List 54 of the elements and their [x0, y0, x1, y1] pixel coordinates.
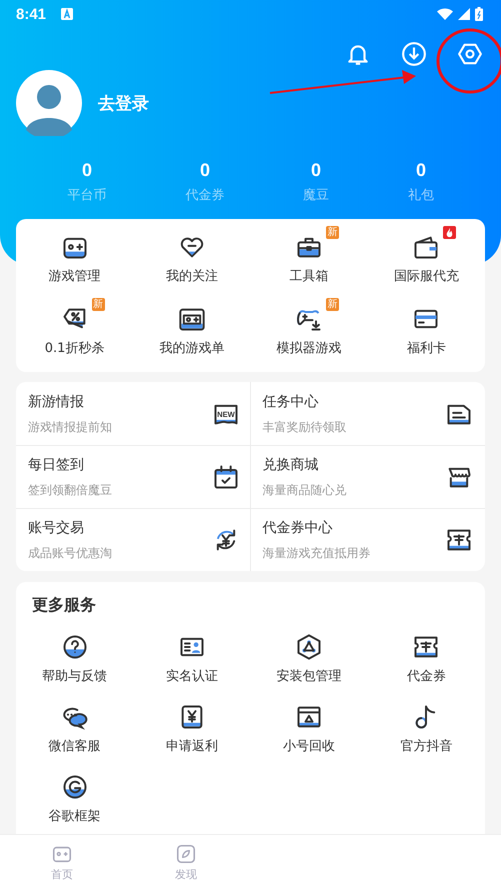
tool-label[interactable]: 我的关注	[166, 267, 218, 287]
settings-icon[interactable]	[457, 41, 483, 67]
feature-title[interactable]: 代金券中心	[262, 518, 370, 538]
service-label[interactable]: 官方抖音	[400, 737, 452, 757]
feature-title[interactable]: 兑换商城	[262, 455, 346, 475]
signal-icon	[458, 8, 470, 20]
download-icon[interactable]	[401, 41, 427, 67]
service-label[interactable]: 安装包管理	[276, 667, 342, 687]
service-label[interactable]: 帮助与反馈	[42, 667, 108, 687]
section-title: 更多服务	[31, 594, 96, 616]
service-label[interactable]: 申请返利	[166, 737, 218, 757]
wifi-icon	[437, 8, 453, 20]
feature-title[interactable]: 任务中心	[262, 392, 346, 412]
stat-value: 0	[310, 160, 321, 180]
status-time: 8:41	[16, 6, 46, 22]
new-badge: 新	[326, 226, 340, 239]
service-label[interactable]: 微信客服	[48, 737, 101, 757]
stat-label: 平台币	[68, 187, 106, 205]
calendar-icon[interactable]	[212, 463, 240, 491]
help-icon[interactable]	[60, 633, 89, 661]
tool-label[interactable]: 工具箱	[290, 267, 329, 287]
tool-label[interactable]: 模拟器游戏	[276, 339, 342, 359]
feature-subtitle: 丰富奖励待领取	[262, 418, 346, 436]
tool-label[interactable]: 国际服代充	[394, 267, 459, 287]
notification-icon	[61, 8, 74, 20]
service-label[interactable]: 实名认证	[166, 667, 218, 687]
feature-title[interactable]: 账号交易	[28, 518, 112, 538]
feature-subtitle: 海量商品随心兑	[262, 482, 346, 499]
tool-label[interactable]: 福利卡	[406, 339, 446, 359]
service-label[interactable]: 小号回收	[283, 737, 336, 757]
tool-label[interactable]: 游戏管理	[48, 267, 101, 287]
battery-icon	[475, 7, 483, 21]
flame-badge-icon	[443, 226, 456, 239]
stat-label: 魔豆	[303, 187, 329, 205]
feature-subtitle: 签到领翻倍魔豆	[28, 482, 112, 499]
feature-subtitle: 海量游戏充值抵用券	[262, 545, 370, 562]
new-badge: 新	[326, 298, 340, 311]
g-circle-icon[interactable]	[60, 773, 89, 801]
feature-subtitle: 成品账号优惠淘	[28, 545, 112, 562]
stat-value: 0	[82, 160, 92, 180]
feature-title[interactable]: 新游情报	[28, 392, 112, 412]
stat-label: 代金券	[186, 187, 224, 205]
stat-value: 0	[416, 160, 426, 180]
tool-label[interactable]: 0.1折秒杀	[44, 339, 104, 359]
avatar[interactable]	[16, 70, 82, 136]
feature-subtitle: 游戏情报提前知	[28, 418, 112, 436]
hexagon-icon[interactable]	[295, 633, 324, 661]
stat-value: 0	[200, 160, 210, 180]
feature-title[interactable]: 每日签到	[28, 455, 112, 475]
new-badge: 新	[92, 298, 105, 311]
stat-label: 礼包	[408, 187, 434, 205]
service-label[interactable]: 谷歌框架	[48, 807, 101, 827]
service-label[interactable]: 代金券	[406, 667, 446, 687]
tool-label[interactable]: 我的游戏单	[159, 339, 224, 359]
